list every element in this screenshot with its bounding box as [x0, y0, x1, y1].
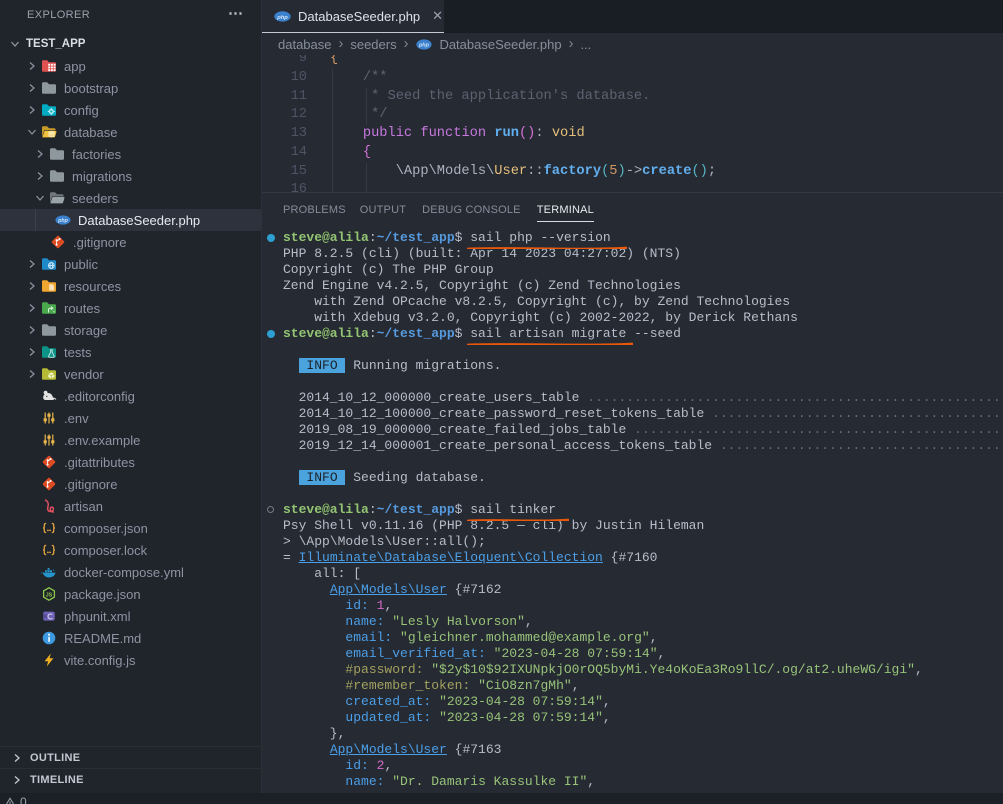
svg-text:php: php	[418, 42, 430, 48]
svg-text:JS: JS	[46, 592, 53, 598]
svg-text:php: php	[276, 14, 288, 20]
svg-text:php: php	[57, 218, 69, 224]
